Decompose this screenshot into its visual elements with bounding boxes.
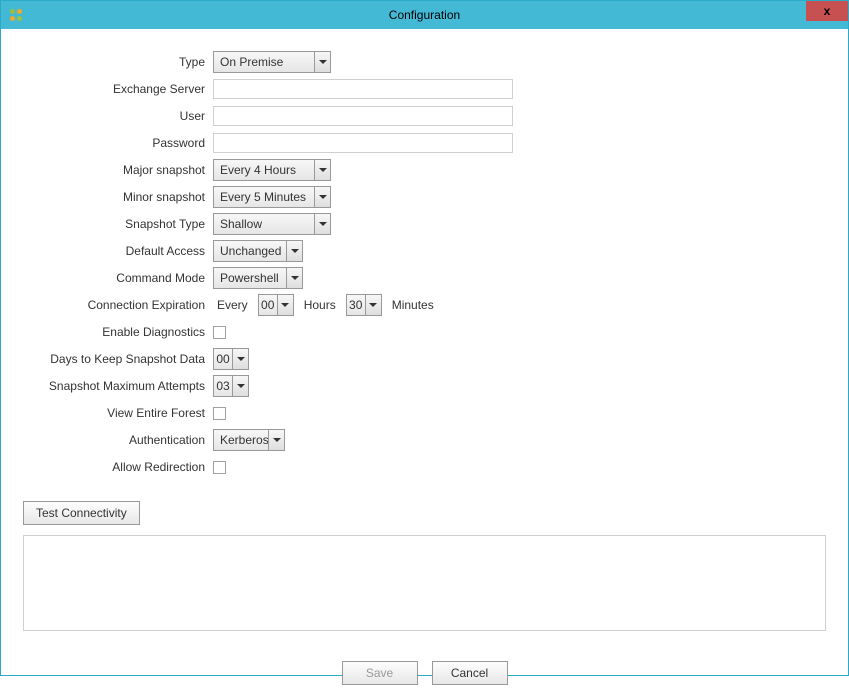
enable-diagnostics-checkbox[interactable]	[213, 326, 226, 339]
allow-redirection-checkbox[interactable]	[213, 461, 226, 474]
content-area: Type On Premise Exchange Server User	[1, 29, 848, 699]
chevron-down-icon	[286, 241, 302, 261]
configuration-window: Configuration x Type On Premise Exchange…	[0, 0, 849, 676]
save-button[interactable]: Save	[342, 661, 418, 685]
days-keep-label: Days to Keep Snapshot Data	[23, 352, 213, 366]
chevron-down-icon	[286, 268, 302, 288]
type-label: Type	[23, 55, 213, 69]
snapshot-type-dropdown[interactable]: Shallow	[213, 213, 331, 235]
connection-expiration-label: Connection Expiration	[23, 298, 213, 312]
chevron-down-icon	[314, 160, 330, 180]
chevron-down-icon	[314, 187, 330, 207]
exchange-server-input[interactable]	[213, 79, 513, 99]
close-button[interactable]: x	[806, 1, 848, 21]
chevron-down-icon	[268, 430, 284, 450]
command-mode-label: Command Mode	[23, 271, 213, 285]
minor-snapshot-label: Minor snapshot	[23, 190, 213, 204]
exchange-server-label: Exchange Server	[23, 82, 213, 96]
allow-redirection-label: Allow Redirection	[23, 460, 213, 474]
password-input[interactable]	[213, 133, 513, 153]
enable-diagnostics-label: Enable Diagnostics	[23, 325, 213, 339]
window-title: Configuration	[1, 8, 848, 22]
authentication-label: Authentication	[23, 433, 213, 447]
chevron-down-icon	[314, 214, 330, 234]
default-access-label: Default Access	[23, 244, 213, 258]
minutes-text: Minutes	[388, 298, 438, 312]
close-icon: x	[824, 4, 831, 18]
chevron-down-icon	[232, 376, 248, 396]
app-icon	[8, 7, 24, 23]
minor-snapshot-dropdown[interactable]: Every 5 Minutes	[213, 186, 331, 208]
chevron-down-icon	[232, 349, 248, 369]
connection-minutes-dropdown[interactable]: 30	[346, 294, 382, 316]
days-keep-dropdown[interactable]: 00	[213, 348, 249, 370]
hours-text: Hours	[300, 298, 340, 312]
major-snapshot-dropdown[interactable]: Every 4 Hours	[213, 159, 331, 181]
snapshot-type-label: Snapshot Type	[23, 217, 213, 231]
major-snapshot-label: Major snapshot	[23, 163, 213, 177]
max-attempts-label: Snapshot Maximum Attempts	[23, 379, 213, 393]
chevron-down-icon	[314, 52, 330, 72]
view-forest-label: View Entire Forest	[23, 406, 213, 420]
default-access-dropdown[interactable]: Unchanged	[213, 240, 303, 262]
test-connectivity-button[interactable]: Test Connectivity	[23, 501, 140, 525]
type-dropdown[interactable]: On Premise	[213, 51, 331, 73]
cancel-button[interactable]: Cancel	[432, 661, 508, 685]
titlebar: Configuration x	[1, 1, 848, 29]
every-text: Every	[213, 298, 252, 312]
password-label: Password	[23, 136, 213, 150]
dialog-button-row: Save Cancel	[23, 661, 826, 685]
chevron-down-icon	[277, 295, 293, 315]
user-input[interactable]	[213, 106, 513, 126]
authentication-dropdown[interactable]: Kerberos	[213, 429, 285, 451]
output-textarea[interactable]	[23, 535, 826, 631]
command-mode-dropdown[interactable]: Powershell	[213, 267, 303, 289]
view-forest-checkbox[interactable]	[213, 407, 226, 420]
chevron-down-icon	[365, 295, 381, 315]
connection-hours-dropdown[interactable]: 00	[258, 294, 294, 316]
configuration-form: Type On Premise Exchange Server User	[23, 51, 826, 685]
max-attempts-dropdown[interactable]: 03	[213, 375, 249, 397]
user-label: User	[23, 109, 213, 123]
